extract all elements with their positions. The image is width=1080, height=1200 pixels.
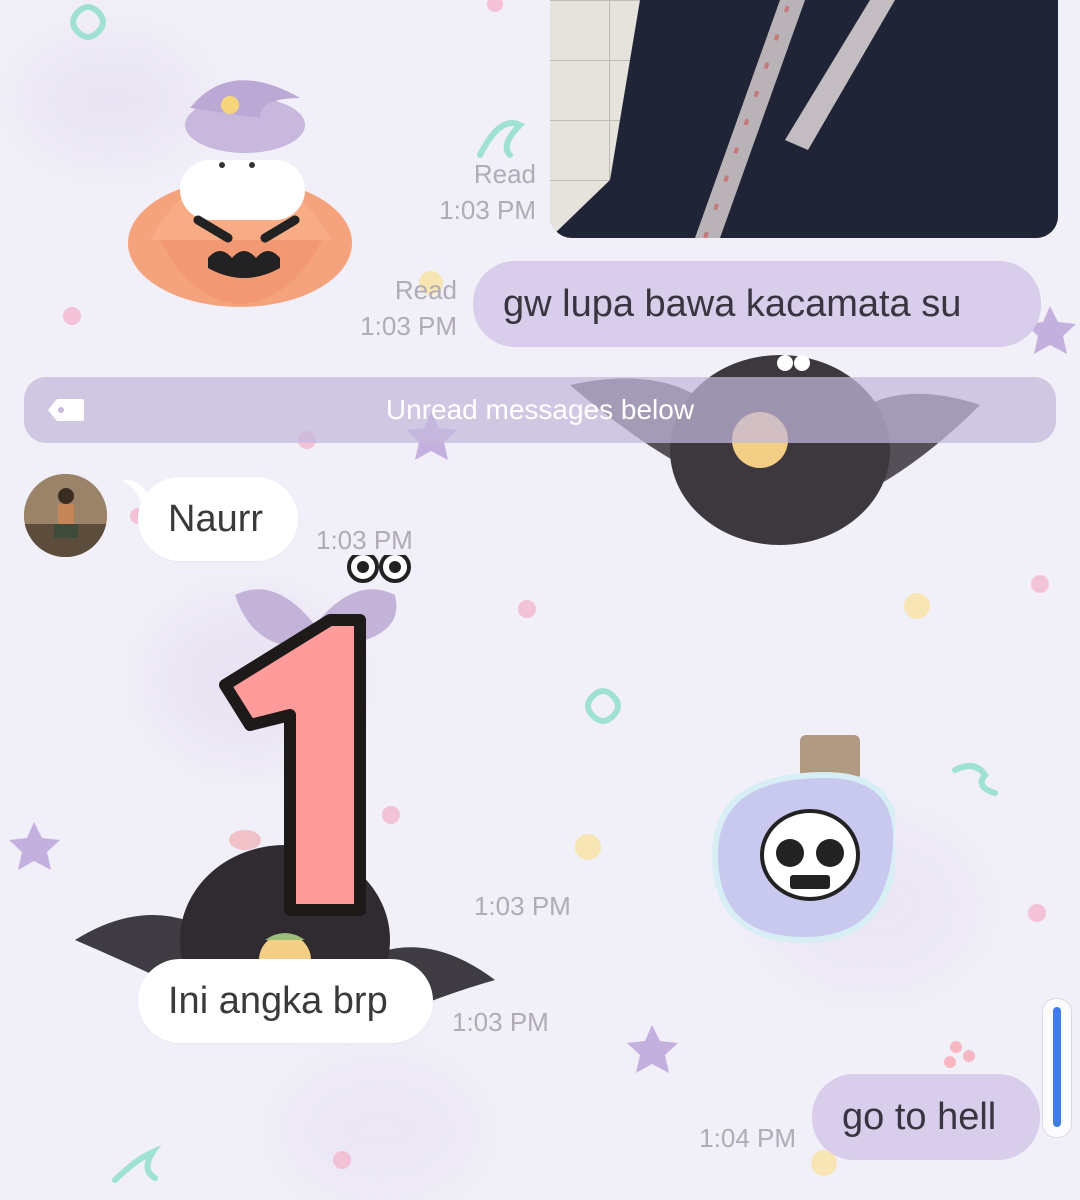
bubble-tail xyxy=(122,479,152,504)
skull-jar-sticker xyxy=(711,735,895,944)
message-bubble-outgoing[interactable]: gw lupa bawa kacamata su xyxy=(473,261,1041,347)
message-bubble-incoming[interactable]: Ini angka brp xyxy=(138,959,433,1043)
unread-divider: Unread messages below xyxy=(24,377,1056,443)
sent-photo[interactable] xyxy=(550,0,1058,238)
scrollbar[interactable] xyxy=(1042,998,1072,1138)
tag-icon xyxy=(48,399,84,421)
photo-content xyxy=(550,0,1058,238)
avatar[interactable] xyxy=(24,474,107,557)
avatar-photo xyxy=(24,474,107,557)
message-text: Naurr xyxy=(168,497,264,540)
message-bubble-incoming[interactable]: Naurr xyxy=(138,477,298,561)
outgoing-2-time: 1:04 PM xyxy=(699,1123,796,1153)
incoming-2-time: 1:03 PM xyxy=(452,1007,549,1037)
photo-time: 1:03 PM xyxy=(439,195,536,225)
scroll-thumb[interactable] xyxy=(1053,1007,1061,1127)
outgoing-1-time: 1:03 PM xyxy=(360,311,457,341)
message-text: Ini angka brp xyxy=(168,979,388,1022)
message-text: gw lupa bawa kacamata su xyxy=(503,282,962,325)
message-bubble-outgoing[interactable]: go to hell xyxy=(812,1074,1040,1160)
number-sticker: 1 xyxy=(219,555,411,916)
outgoing-1-read-status: Read xyxy=(394,275,457,305)
photo-read-status: Read xyxy=(473,159,536,189)
unread-label: Unread messages below xyxy=(385,394,695,425)
message-text: go to hell xyxy=(842,1095,997,1138)
sticker-time: 1:03 PM xyxy=(474,891,571,921)
incoming-1-time: 1:03 PM xyxy=(316,525,413,555)
